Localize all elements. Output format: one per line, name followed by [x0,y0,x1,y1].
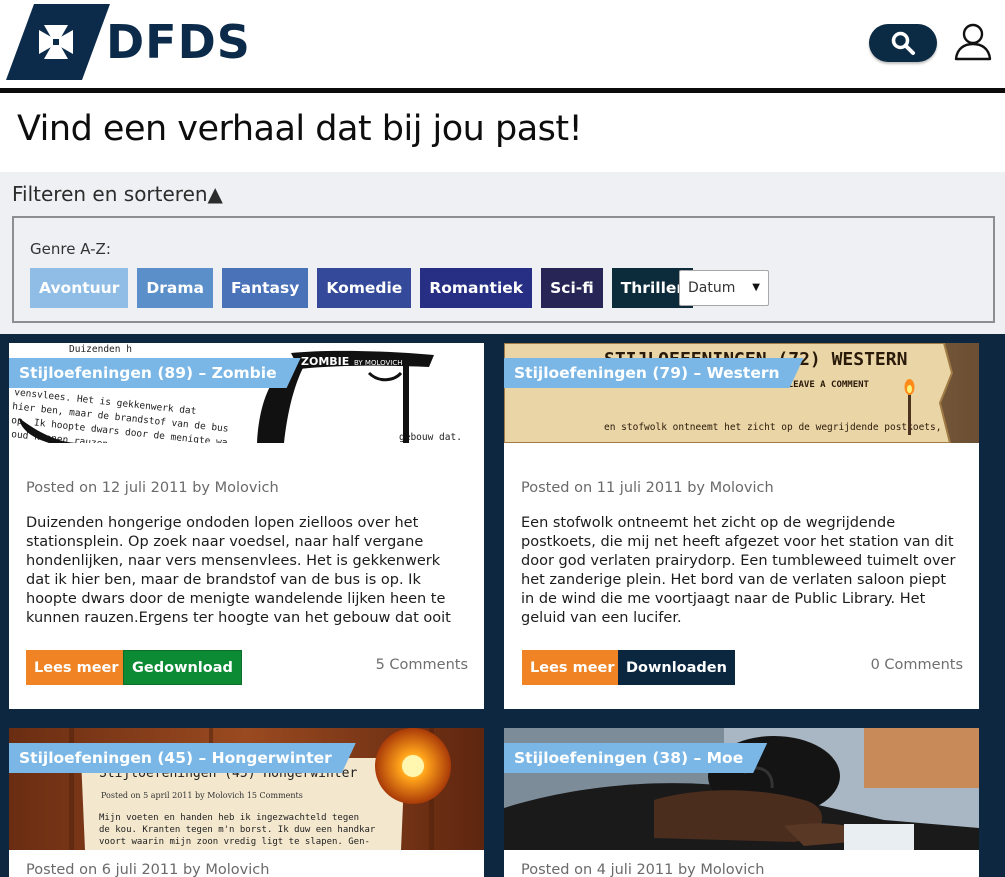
search-icon [891,31,915,55]
story-title-tag[interactable]: Stijloefeningen (89) – Zombie [9,358,301,388]
read-more-button[interactable]: Lees meer [26,650,127,685]
sort-selected-value: Datum [688,280,736,296]
downloaded-button[interactable]: Gedownload [123,650,242,685]
brand-name[interactable]: DFDS [106,14,251,70]
read-more-button[interactable]: Lees meer [522,650,623,685]
filter-panel: Genre A-Z: Avontuur Drama Fantasy Komedi… [12,216,995,323]
post-meta: Posted on 12 juli 2011 by Molovich [26,480,279,496]
filter-toggle[interactable]: Filteren en sorteren▲ [12,182,223,206]
story-grid: Duizenden h vensvlees. Het is gekkenwerk… [0,334,1005,877]
story-title-tag[interactable]: Stijloefeningen (45) – Hongerwinter [9,743,356,773]
genre-tag-avontuur[interactable]: Avontuur [30,268,129,308]
image-text-top: Duizenden h [69,344,132,355]
dfds-logo[interactable] [6,4,110,84]
download-button[interactable]: Downloaden [618,650,735,685]
page-title: Vind een verhaal dat bij jou past! [17,109,583,149]
image-byline: BY MOLOVICH [354,359,403,367]
genre-tag-komedie[interactable]: Komedie [317,268,412,308]
user-account-button[interactable] [953,22,993,62]
story-excerpt: Een stofwolk ontneemt het zicht op de we… [521,515,956,626]
post-meta: Posted on 6 juli 2011 by Molovich [26,862,270,877]
site-header: DFDS [0,0,1005,88]
image-text-line: voort waarin mijn zoon vredig ligt te sl… [99,837,370,847]
filter-section: Filteren en sorteren▲ Genre A-Z: Avontuu… [0,172,1005,334]
image-text-line: de kou. Kranten tegen m'n borst. Ik duw … [99,825,376,835]
header-divider [0,88,1005,93]
story-card: STIJLOEFENINGEN (72) WESTERN ICH LEAVE A… [504,343,979,709]
search-button[interactable] [869,24,937,62]
genre-tag-list: Avontuur Drama Fantasy Komedie Romantiek… [30,268,694,308]
comments-link[interactable]: 0 Comments [871,657,963,673]
image-posted: Posted on 5 april 2011 by Molovich 15 Co… [101,791,303,800]
image-body-text: en stofwolk ontneemt het zicht op de weg… [604,422,941,433]
image-text-line: Mijn voeten en handen heb ik ingezwachte… [99,813,359,823]
story-card: Stijloefeningen (38) – Moe Posted on 4 j… [504,728,979,877]
story-title-tag[interactable]: Stijloefeningen (79) – Western [504,358,804,388]
genre-tag-romantiek[interactable]: Romantiek [420,268,533,308]
post-meta: Posted on 11 juli 2011 by Molovich [521,480,774,496]
post-meta: Posted on 4 juli 2011 by Molovich [521,862,765,877]
story-title-tag[interactable]: Stijloefeningen (38) – Moe [504,743,767,773]
story-card: Duizenden h vensvlees. Het is gekkenwerk… [9,343,484,709]
genre-label: Genre A-Z: [30,240,111,258]
user-icon [954,23,992,61]
story-card: Stijloefeningen (45) Hongerwinter Posted… [9,728,484,877]
genre-tag-sci-fi[interactable]: Sci-fi [541,268,603,308]
dropdown-caret-icon: ▼ [752,282,760,293]
genre-tag-drama[interactable]: Drama [137,268,213,308]
image-title-text: ZOMBIE [301,355,349,368]
comments-link[interactable]: 5 Comments [376,657,468,673]
maltese-cross-icon [6,4,110,80]
sort-select[interactable]: Datum ▼ [679,270,769,306]
story-excerpt: Duizenden hongerige ondoden lopen ziello… [26,515,451,626]
genre-tag-fantasy[interactable]: Fantasy [221,268,309,308]
